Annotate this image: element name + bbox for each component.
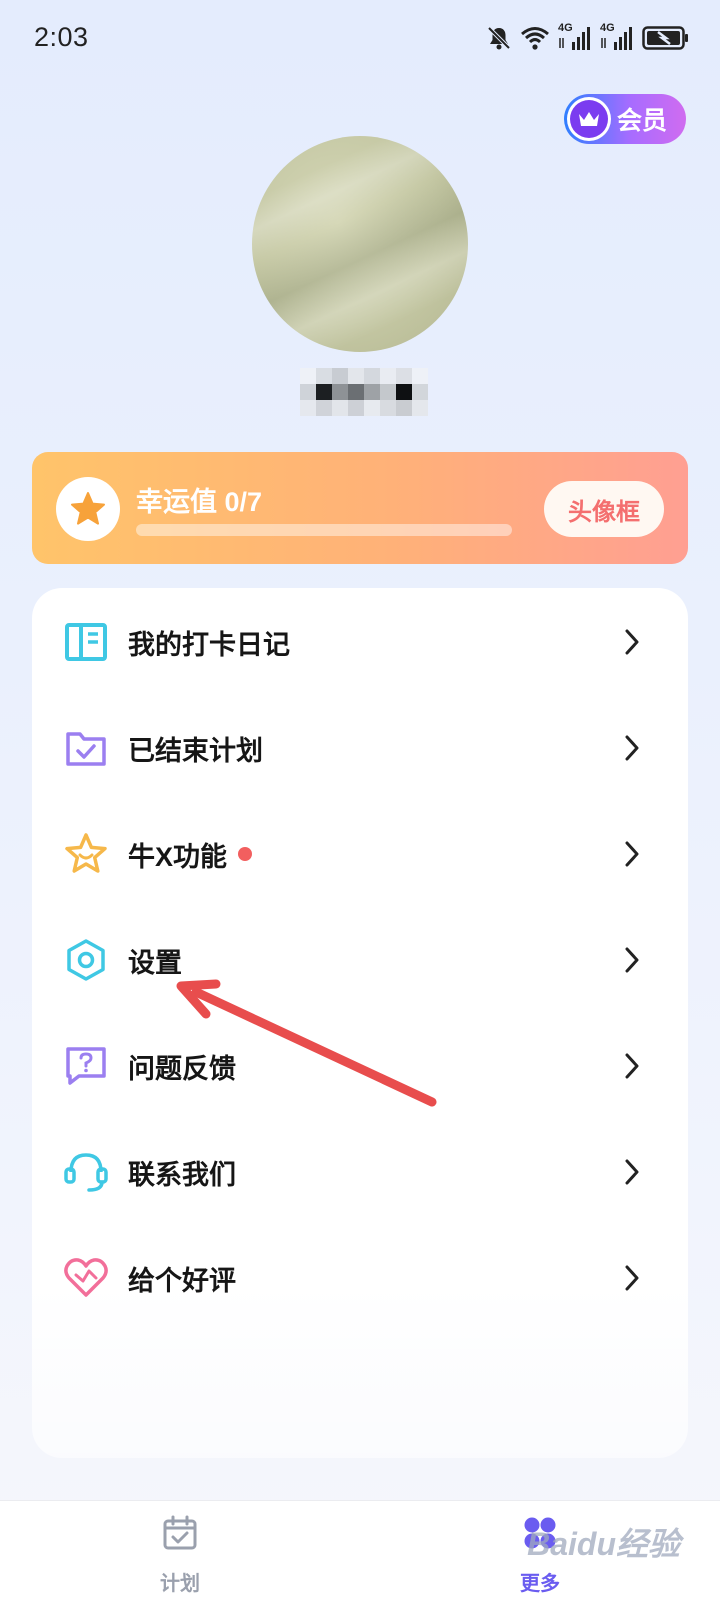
- menu-item-label: 问题反馈: [128, 1053, 236, 1084]
- avatar-frame-button[interactable]: 头像框: [544, 481, 664, 537]
- tab-plan[interactable]: 计划: [120, 1513, 240, 1599]
- luck-value-label: 幸运值 0/7: [136, 487, 263, 517]
- status-bar: 2:03 4G 4G: [0, 0, 720, 78]
- vip-button[interactable]: 会员: [564, 94, 686, 144]
- menu-item-label: 给个好评: [128, 1265, 236, 1296]
- wifi-icon: [521, 27, 549, 50]
- menu-item-label: 牛X功能: [128, 841, 228, 872]
- menu-card: 我的打卡日记 已结束计划 牛X功能 设置 问题反馈 联系我们 给个好评: [32, 588, 688, 1458]
- folder-check-icon: [62, 724, 110, 772]
- menu-item-settings[interactable]: 设置: [32, 910, 688, 1010]
- diary-book-icon: [62, 618, 110, 666]
- menu-item-contact[interactable]: 联系我们: [32, 1122, 688, 1222]
- signal-4g-icon: 4G: [558, 22, 592, 52]
- bell-muted-icon: [487, 26, 511, 50]
- menu-item-feedback[interactable]: 问题反馈: [32, 1016, 688, 1116]
- menu-item-label: 已结束计划: [128, 735, 263, 766]
- chevron-right-icon: [625, 735, 639, 761]
- username-mosaic: [300, 368, 428, 416]
- menu-item-pro-features[interactable]: 牛X功能: [32, 804, 688, 904]
- signal-4g-icon: 4G: [600, 22, 634, 52]
- hexagon-gear-icon: [62, 936, 110, 984]
- battery-charging-icon: [642, 26, 688, 50]
- chevron-right-icon: [625, 629, 639, 655]
- tab-label: 更多: [520, 1573, 560, 1595]
- menu-item-label: 联系我们: [128, 1159, 236, 1190]
- menu-item-label: 我的打卡日记: [128, 629, 290, 660]
- bottom-tab-bar: 计划 更多 Baidu经验: [0, 1500, 720, 1600]
- menu-item-rate-us[interactable]: 给个好评: [32, 1228, 688, 1328]
- vip-label: 会员: [617, 107, 668, 135]
- chevron-right-icon: [625, 947, 639, 973]
- status-time: 2:03: [34, 22, 89, 52]
- watermark: Baidu经验: [527, 1526, 680, 1562]
- star-icon: [56, 477, 120, 541]
- luck-card: 幸运值 0/7 头像框: [32, 452, 688, 564]
- headset-icon: [62, 1148, 110, 1196]
- avatar[interactable]: [252, 136, 468, 352]
- calendar-check-icon: [160, 1513, 200, 1553]
- menu-item-ended-plans[interactable]: 已结束计划: [32, 698, 688, 798]
- chevron-right-icon: [625, 1265, 639, 1291]
- new-badge-dot: [238, 847, 252, 861]
- heart-icon: [62, 1254, 110, 1302]
- status-icons: 4G 4G: [486, 22, 690, 54]
- menu-item-diary[interactable]: 我的打卡日记: [32, 592, 688, 692]
- luck-progress-bar: [136, 524, 512, 536]
- chevron-right-icon: [625, 1053, 639, 1079]
- chevron-right-icon: [625, 1159, 639, 1185]
- question-chat-icon: [62, 1042, 110, 1090]
- tab-label: 计划: [160, 1573, 200, 1595]
- smile-star-icon: [62, 830, 110, 878]
- crown-icon: [567, 97, 611, 141]
- menu-item-label: 设置: [128, 947, 182, 978]
- chevron-right-icon: [625, 841, 639, 867]
